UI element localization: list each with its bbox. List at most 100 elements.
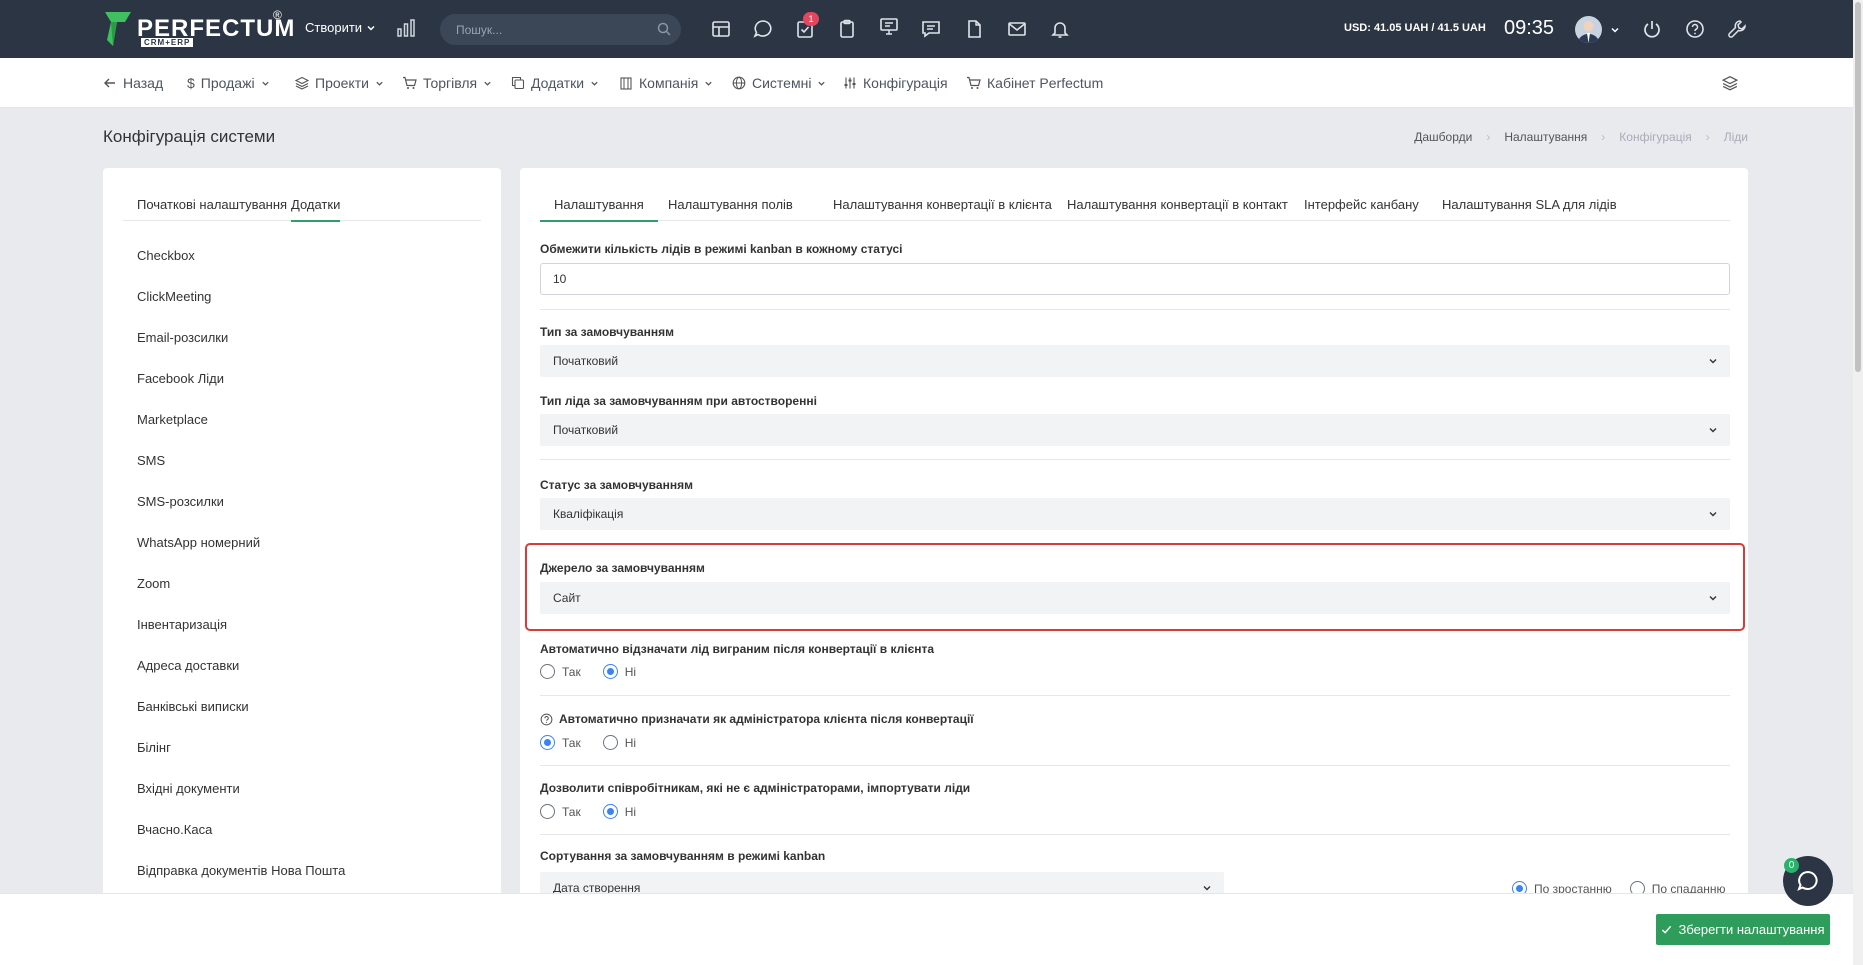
tab-settings[interactable]: Налаштування: [540, 197, 658, 222]
logo[interactable]: PERFECTUM CRM+ERP ®: [103, 8, 295, 48]
nav-projects[interactable]: Проекти: [295, 75, 384, 91]
chevron-down-icon: [1709, 359, 1717, 364]
radio-no[interactable]: [602, 804, 618, 819]
select-value: Початковий: [553, 423, 619, 437]
scrollbar-thumb[interactable]: [1855, 2, 1861, 372]
menu-item-vchasno-kasa[interactable]: Вчасно.Каса: [137, 822, 345, 863]
menu-item-email-campaigns[interactable]: Email-розсилки: [137, 330, 345, 371]
globe-icon: [732, 76, 746, 90]
create-dropdown[interactable]: Створити: [305, 20, 376, 35]
tab-client-conversion[interactable]: Налаштування конвертації в клієнта: [833, 197, 1052, 212]
nav-addons[interactable]: Додатки: [511, 75, 599, 91]
auto-type-label: Тип ліда за замовчуванням при автостворе…: [540, 394, 817, 408]
default-status-label: Статус за замовчуванням: [540, 478, 693, 492]
help-circle-icon[interactable]: [540, 713, 553, 726]
check-icon: [1662, 925, 1672, 934]
mail-icon[interactable]: [1006, 18, 1028, 40]
notification-badge: 1: [803, 12, 819, 26]
menu-item-clickmeeting[interactable]: ClickMeeting: [137, 289, 345, 330]
nav-label: Кабінет Perfectum: [987, 75, 1104, 91]
menu-item-checkbox[interactable]: Checkbox: [137, 248, 345, 289]
cart-icon: [403, 76, 417, 89]
menu-item-inventory[interactable]: Інвентаризація: [137, 617, 345, 658]
left-tabs: Початкові налаштування Додатки: [123, 190, 481, 222]
radio-yes[interactable]: [540, 735, 555, 750]
breadcrumb-dashboards[interactable]: Дашборди: [1414, 130, 1472, 144]
tab-kanban-interface[interactable]: Інтерфейс канбану: [1304, 197, 1419, 212]
kanban-limit-input[interactable]: 10: [540, 263, 1730, 295]
copy-icon: [511, 76, 525, 90]
nav-system[interactable]: Системні: [732, 75, 826, 91]
bell-icon[interactable]: [1049, 18, 1071, 40]
chevron-down-icon[interactable]: [1610, 25, 1620, 35]
menu-item-incoming-documents[interactable]: Вхідні документи: [137, 781, 345, 822]
menu-item-delivery-address[interactable]: Адреса доставки: [137, 658, 345, 699]
nav-company[interactable]: Компанія: [619, 75, 713, 91]
menu-item-zoom[interactable]: Zoom: [137, 576, 345, 617]
settings-panel: Налаштування Налаштування полів Налаштув…: [520, 168, 1748, 965]
chevron-down-icon: [261, 81, 269, 86]
radio-label: Так: [562, 735, 581, 750]
tab-contact-conversion[interactable]: Налаштування конвертації в контакт: [1067, 197, 1288, 212]
clock: 09:35: [1504, 17, 1555, 39]
menu-item-sms-campaigns[interactable]: SMS-розсилки: [137, 494, 345, 535]
radio-no[interactable]: [602, 664, 618, 679]
menu-item-sms[interactable]: SMS: [137, 453, 345, 494]
calendar-table-icon[interactable]: [710, 18, 732, 40]
message-icon[interactable]: [920, 18, 942, 40]
tab-addons[interactable]: Додатки: [291, 197, 341, 222]
currency-rate: USD: 41.05 UAH / 41.5 UAH: [1344, 22, 1486, 34]
menu-item-facebook-leads[interactable]: Facebook Ліди: [137, 371, 345, 412]
auto-mark-won-radios: Так Ні: [540, 664, 636, 679]
bar-chart-icon[interactable]: [396, 18, 416, 38]
clipboard-icon[interactable]: [836, 18, 858, 40]
layers-icon[interactable]: [1722, 75, 1738, 91]
divider: [540, 459, 1730, 460]
radio-label: Так: [562, 664, 581, 679]
allow-import-label: Дозволити співробітникам, які не є адмін…: [540, 781, 971, 795]
nav-sales[interactable]: $ Продажі: [187, 75, 270, 91]
search-input[interactable]: [440, 14, 640, 45]
chevron-down-icon: [367, 25, 375, 31]
nav-trade[interactable]: Торгівля: [402, 75, 492, 91]
page-title: Конфігурація системи: [103, 127, 276, 146]
help-icon[interactable]: [1684, 18, 1706, 40]
radio-label: Так: [562, 804, 581, 819]
search-box[interactable]: [440, 14, 681, 45]
tab-field-settings[interactable]: Налаштування полів: [668, 197, 793, 212]
nav-back[interactable]: Назад: [103, 75, 163, 91]
tab-initial-settings[interactable]: Початкові налаштування: [137, 197, 287, 212]
building-icon: [620, 77, 632, 90]
chat-icon[interactable]: [752, 18, 774, 40]
save-settings-button[interactable]: Зберегти налаштування: [1656, 914, 1830, 945]
wrench-icon[interactable]: [1726, 18, 1748, 40]
radio-no[interactable]: [602, 735, 618, 750]
tab-sla-settings[interactable]: Налаштування SLA для лідів: [1442, 197, 1617, 212]
sub-navigation: Назад $ Продажі Проекти Торгівля Додатки…: [0, 58, 1853, 108]
default-status-select[interactable]: Кваліфікація: [540, 498, 1730, 530]
dollar-icon: $: [187, 75, 195, 91]
chevron-down-icon: [818, 81, 826, 86]
nav-configuration[interactable]: Конфігурація: [843, 75, 948, 91]
auto-type-select[interactable]: Початковий: [540, 414, 1730, 446]
default-source-select[interactable]: Сайт: [540, 582, 1730, 614]
divider: [540, 309, 1730, 310]
breadcrumb-settings[interactable]: Налаштування: [1504, 130, 1587, 144]
menu-item-whatsapp[interactable]: WhatsApp номерний: [137, 535, 345, 576]
left-panel: Початкові налаштування Додатки Checkbox …: [103, 168, 501, 965]
radio-yes[interactable]: [540, 804, 555, 819]
auto-admin-text: Автоматично призначати як адміністратора…: [559, 712, 974, 726]
presentation-icon[interactable]: [878, 16, 900, 38]
menu-item-marketplace[interactable]: Marketplace: [137, 412, 345, 453]
nav-perfectum-cabinet[interactable]: Кабінет Perfectum: [966, 75, 1103, 91]
menu-item-billing[interactable]: Білінг: [137, 740, 345, 781]
search-icon[interactable]: [657, 22, 671, 36]
document-icon[interactable]: [963, 18, 985, 40]
default-type-select[interactable]: Початковий: [540, 345, 1730, 377]
radio-yes[interactable]: [540, 664, 555, 679]
divider: [540, 695, 1730, 696]
breadcrumb-configuration[interactable]: Конфігурація: [1619, 130, 1691, 144]
power-icon[interactable]: [1641, 18, 1663, 40]
menu-item-bank-statements[interactable]: Банківські виписки: [137, 699, 345, 740]
avatar[interactable]: [1575, 16, 1602, 43]
